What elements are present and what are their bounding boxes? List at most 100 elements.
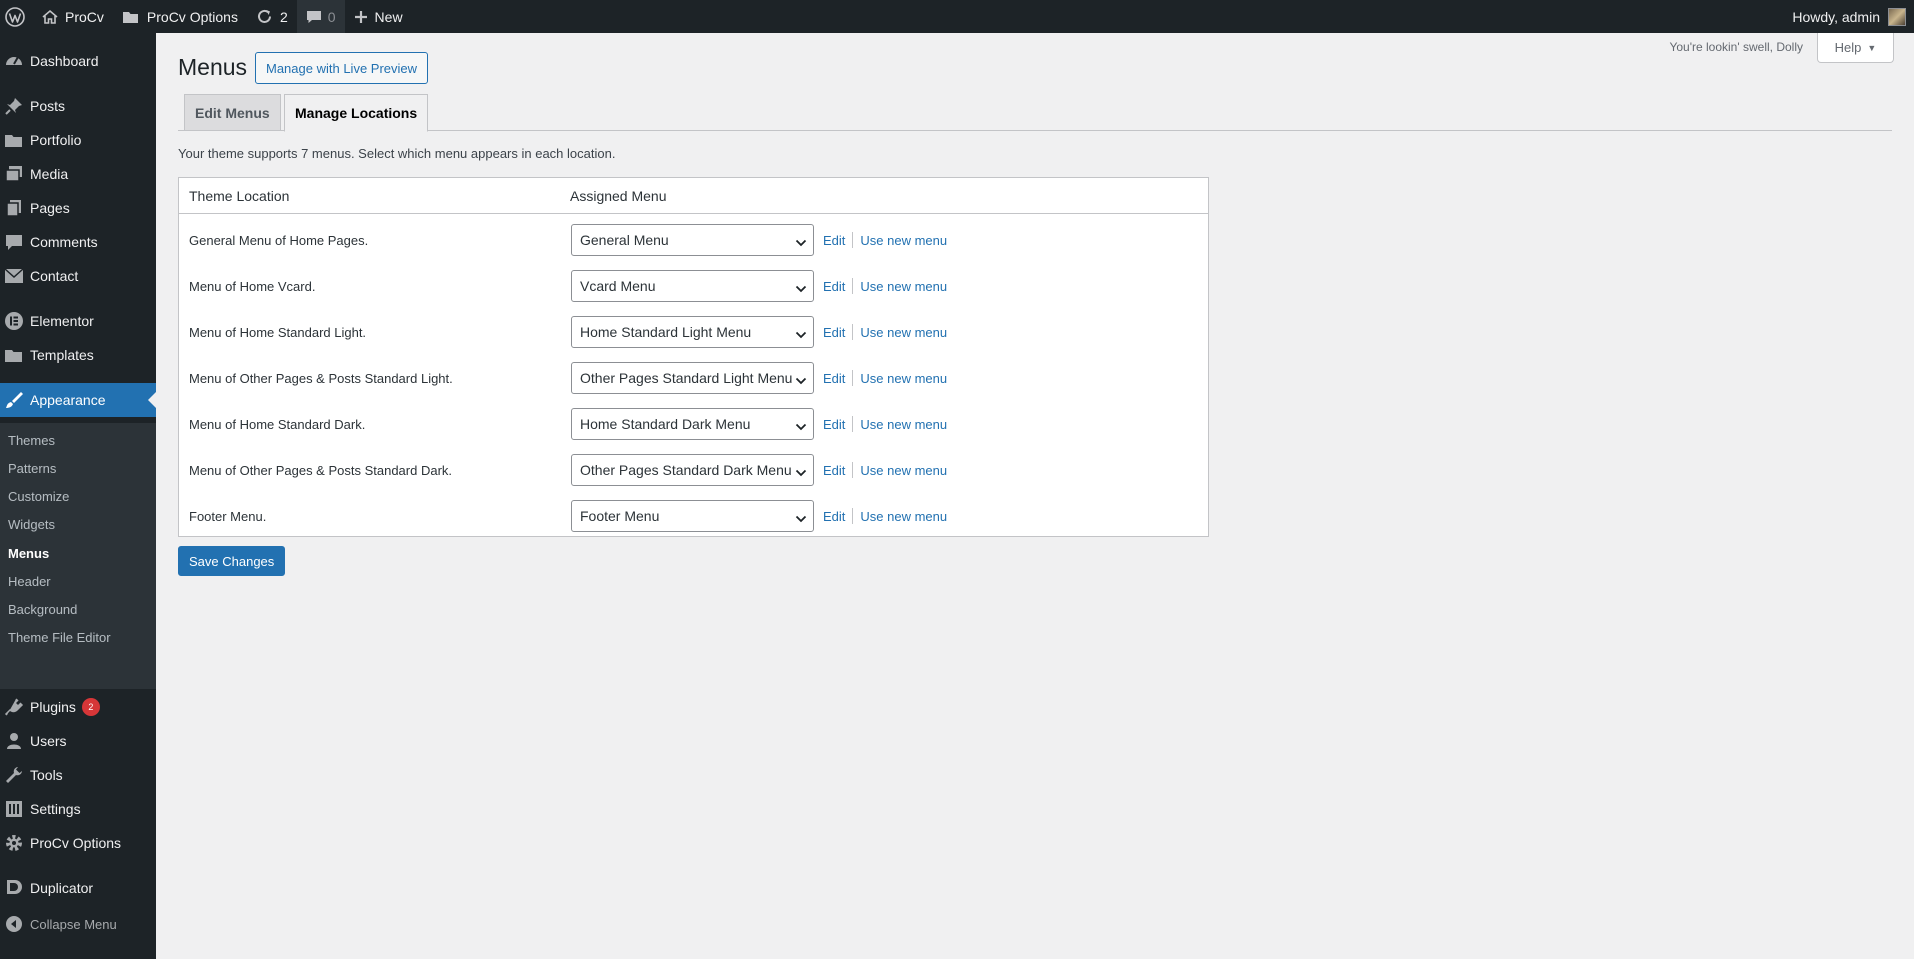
use-new-menu-link[interactable]: Use new menu xyxy=(860,233,947,248)
chevron-down-icon xyxy=(795,419,807,435)
site-name-link[interactable]: ProCv xyxy=(33,0,113,33)
sidebar-item-comments[interactable]: Comments xyxy=(0,225,156,259)
table-header: Theme Location Assigned Menu xyxy=(179,178,1208,214)
sidebar-item-label: Appearance xyxy=(30,392,106,408)
page-icon xyxy=(0,198,30,218)
my-account-link[interactable]: Howdy, admin xyxy=(1783,0,1914,33)
chevron-down-icon xyxy=(795,465,807,481)
collapse-menu-button[interactable]: Collapse Menu xyxy=(0,907,156,941)
submenu-item-widgets[interactable]: Widgets xyxy=(8,517,55,532)
sidebar-item-templates[interactable]: Templates xyxy=(0,338,156,372)
table-row: Menu of Home Standard Light. Home Standa… xyxy=(179,310,1208,356)
edit-menu-link[interactable]: Edit xyxy=(823,509,845,524)
save-changes-button[interactable]: Save Changes xyxy=(178,546,286,576)
sidebar-item-label: Posts xyxy=(30,98,66,114)
pushpin-icon xyxy=(0,96,30,116)
elementor-icon xyxy=(0,311,30,331)
edit-menu-link[interactable]: Edit xyxy=(823,233,845,248)
menu-select-value: General Menu xyxy=(580,232,669,248)
row-actions: Edit Use new menu xyxy=(823,462,947,478)
use-new-menu-link[interactable]: Use new menu xyxy=(860,371,947,386)
sidebar-item-plugins[interactable]: Plugins 2 xyxy=(0,690,156,724)
sidebar-item-label: Comments xyxy=(30,234,98,250)
help-tab-button[interactable]: Help ▼ xyxy=(1817,33,1894,63)
sidebar-item-label: Contact xyxy=(30,268,79,284)
sidebar-item-users[interactable]: Users xyxy=(0,724,156,758)
manage-live-preview-button[interactable]: Manage with Live Preview xyxy=(255,52,429,84)
media-icon xyxy=(0,164,30,184)
settings-icon xyxy=(0,799,30,819)
sidebar-item-pages[interactable]: Pages xyxy=(0,191,156,225)
mail-icon xyxy=(0,268,30,284)
sidebar-item-contact[interactable]: Contact xyxy=(0,259,156,293)
row-actions: Edit Use new menu xyxy=(823,416,947,432)
menu-select[interactable]: Home Standard Light Menu xyxy=(571,316,814,348)
use-new-menu-link[interactable]: Use new menu xyxy=(860,325,947,340)
edit-menu-link[interactable]: Edit xyxy=(823,279,845,294)
menu-locations-table: Theme Location Assigned Menu General Men… xyxy=(178,177,1209,537)
edit-menu-link[interactable]: Edit xyxy=(823,371,845,386)
sidebar-item-dashboard[interactable]: Dashboard xyxy=(0,44,156,78)
submenu-item-customize[interactable]: Customize xyxy=(8,489,69,504)
updates-link[interactable]: 2 xyxy=(247,0,297,33)
comments-count: 0 xyxy=(327,8,336,25)
use-new-menu-link[interactable]: Use new menu xyxy=(860,509,947,524)
tab-edit-menus[interactable]: Edit Menus xyxy=(184,94,281,131)
divider xyxy=(852,278,854,294)
divider xyxy=(852,324,854,340)
sidebar-item-procv-options[interactable]: ProCv Options xyxy=(0,826,156,860)
edit-menu-link[interactable]: Edit xyxy=(823,325,845,340)
user-icon xyxy=(0,731,30,751)
sidebar-item-appearance[interactable]: Appearance xyxy=(0,383,156,417)
location-name: Menu of Home Standard Light. xyxy=(189,325,367,340)
submenu-item-theme-file-editor[interactable]: Theme File Editor xyxy=(8,630,111,645)
submenu-item-patterns[interactable]: Patterns xyxy=(8,461,56,476)
menu-select-value: Vcard Menu xyxy=(580,278,656,294)
sidebar-item-label: Duplicator xyxy=(30,880,94,896)
menu-select[interactable]: Vcard Menu xyxy=(571,270,814,302)
menu-select[interactable]: Other Pages Standard Light Menu xyxy=(571,362,814,394)
edit-menu-link[interactable]: Edit xyxy=(823,463,845,478)
folder-icon xyxy=(0,131,30,149)
avatar xyxy=(1888,7,1906,26)
edit-menu-link[interactable]: Edit xyxy=(823,417,845,432)
sidebar-item-duplicator[interactable]: Duplicator xyxy=(0,871,156,905)
menu-select[interactable]: Other Pages Standard Dark Menu xyxy=(571,454,814,486)
main-content: You're lookin' swell, Dolly Help ▼ Menus… xyxy=(156,33,1914,959)
new-label: New xyxy=(374,8,403,25)
procv-options-link[interactable]: ProCv Options xyxy=(113,0,247,33)
submenu-item-menus[interactable]: Menus xyxy=(8,546,49,561)
wordpress-logo-icon[interactable] xyxy=(0,0,33,33)
sidebar-item-elementor[interactable]: Elementor xyxy=(0,304,156,338)
sidebar-item-label: Pages xyxy=(30,200,70,216)
comment-icon xyxy=(0,232,30,252)
sidebar-item-portfolio[interactable]: Portfolio xyxy=(0,123,156,157)
plugin-icon xyxy=(0,697,30,717)
column-header-theme-location: Theme Location xyxy=(189,188,290,204)
row-actions: Edit Use new menu xyxy=(823,232,947,248)
comments-link[interactable]: 0 xyxy=(296,0,345,33)
sidebar-item-posts[interactable]: Posts xyxy=(0,89,156,123)
updates-icon xyxy=(256,8,273,25)
submenu-item-background[interactable]: Background xyxy=(8,602,77,617)
sidebar-item-tools[interactable]: Tools xyxy=(0,758,156,792)
location-name: General Menu of Home Pages. xyxy=(189,233,369,248)
menu-select[interactable]: General Menu xyxy=(571,224,814,256)
sidebar-item-settings[interactable]: Settings xyxy=(0,792,156,826)
table-row: Menu of Other Pages & Posts Standard Lig… xyxy=(179,356,1208,402)
tab-manage-locations[interactable]: Manage Locations xyxy=(284,94,429,132)
divider xyxy=(852,370,854,386)
use-new-menu-link[interactable]: Use new menu xyxy=(860,417,947,432)
use-new-menu-link[interactable]: Use new menu xyxy=(860,463,947,478)
location-name: Footer Menu. xyxy=(189,509,267,524)
new-content-link[interactable]: New xyxy=(345,0,412,33)
submenu-item-themes[interactable]: Themes xyxy=(8,433,55,448)
collapse-menu-label: Collapse Menu xyxy=(30,916,117,932)
submenu-item-header[interactable]: Header xyxy=(8,574,51,589)
table-row: Menu of Other Pages & Posts Standard Dar… xyxy=(179,448,1208,494)
menu-select[interactable]: Footer Menu xyxy=(571,500,814,532)
menu-select[interactable]: Home Standard Dark Menu xyxy=(571,408,814,440)
sidebar-item-label: ProCv Options xyxy=(30,835,122,851)
use-new-menu-link[interactable]: Use new menu xyxy=(860,279,947,294)
sidebar-item-media[interactable]: Media xyxy=(0,157,156,191)
